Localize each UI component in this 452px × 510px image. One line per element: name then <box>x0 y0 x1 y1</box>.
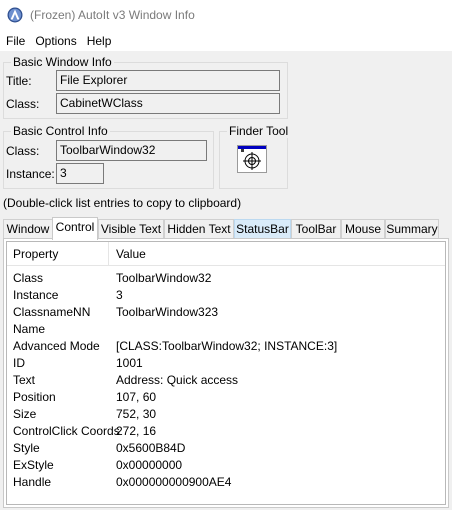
property-name: Position <box>13 390 56 404</box>
property-value: 3 <box>116 288 123 302</box>
tab-control[interactable]: Control <box>52 217 98 240</box>
tab-toolbar[interactable]: ToolBar <box>291 219 341 239</box>
property-name: ID <box>13 356 25 370</box>
list-item[interactable]: Position 107, 60 <box>7 389 445 406</box>
property-value: ToolbarWindow323 <box>116 305 219 319</box>
control-instance-label: Instance: <box>6 167 55 181</box>
title-bar: (Frozen) AutoIt v3 Window Info <box>0 0 452 31</box>
window-class-field[interactable]: CabinetWClass <box>56 93 280 114</box>
property-value: 752, 30 <box>116 407 157 421</box>
window-title-label: Title: <box>6 74 32 88</box>
property-name: Handle <box>13 475 52 489</box>
list-item[interactable]: ControlClick Coords 272, 16 <box>7 423 445 440</box>
list-item[interactable]: Size 752, 30 <box>7 406 445 423</box>
property-value: 107, 60 <box>116 390 157 404</box>
property-value: 0x5600B84D <box>116 441 186 455</box>
list-header: Property Value <box>7 242 445 266</box>
basic-control-info-legend: Basic Control Info <box>11 124 110 138</box>
column-header-property[interactable]: Property <box>13 242 108 266</box>
menu-file[interactable]: File <box>1 31 30 51</box>
list-item[interactable]: Advanced Mode [CLASS:ToolbarWindow32; INS… <box>7 338 445 355</box>
property-name: Size <box>13 407 37 421</box>
property-value: Address: Quick access <box>116 373 239 387</box>
finder-tool-legend: Finder Tool <box>227 124 291 138</box>
property-name: Advanced Mode <box>13 339 100 353</box>
property-name: ClassnameNN <box>13 305 91 319</box>
control-class-field[interactable]: ToolbarWindow32 <box>56 140 207 161</box>
property-list[interactable]: Property Value Class ToolbarWindow32 Insta… <box>6 241 446 505</box>
tab-label: Control <box>55 220 95 234</box>
basic-window-info-legend: Basic Window Info <box>11 55 114 69</box>
property-name: Class <box>13 271 44 285</box>
tab-statusbar[interactable]: StatusBar <box>234 219 291 239</box>
list-item[interactable]: Style 0x5600B84D <box>7 440 445 457</box>
property-value: 0x00000000 <box>116 458 183 472</box>
property-value: [CLASS:ToolbarWindow32; INSTANCE:3] <box>116 339 338 353</box>
tab-label: Hidden Text <box>167 222 231 236</box>
list-item[interactable]: Name <box>7 321 445 338</box>
list-item[interactable]: Text Address: Quick access <box>7 372 445 389</box>
tab-label: Mouse <box>344 222 382 236</box>
copy-hint: (Double-click list entries to copy to cl… <box>3 196 242 210</box>
crosshair-target-icon <box>238 146 266 170</box>
menu-help[interactable]: Help <box>82 31 117 51</box>
control-class-label: Class: <box>6 144 40 158</box>
property-name: ExStyle <box>13 458 54 472</box>
tab-mouse[interactable]: Mouse <box>341 219 385 239</box>
window-title: (Frozen) AutoIt v3 Window Info <box>30 8 195 22</box>
tab-summary[interactable]: Summary <box>385 219 439 239</box>
property-value: 0x000000000900AE4 <box>116 475 232 489</box>
tab-hidden-text[interactable]: Hidden Text <box>164 219 234 239</box>
window-title-field[interactable]: File Explorer <box>56 70 280 91</box>
window-class-label: Class: <box>6 97 40 111</box>
list-item[interactable]: ExStyle 0x00000000 <box>7 457 445 474</box>
list-item[interactable]: Instance 3 <box>7 287 445 304</box>
autoit-icon <box>7 7 23 23</box>
tab-panel: Property Value Class ToolbarWindow32 Insta… <box>3 238 449 508</box>
tab-window[interactable]: Window <box>3 219 53 239</box>
list-item[interactable]: ID 1001 <box>7 355 445 372</box>
tab-label: Summary <box>386 222 438 236</box>
tab-visible-text[interactable]: Visible Text <box>98 219 164 239</box>
tab-label: Window <box>6 222 50 236</box>
property-name: Instance <box>13 288 59 302</box>
menu-options[interactable]: Options <box>30 31 81 51</box>
tab-label: StatusBar <box>236 222 289 236</box>
column-header-value[interactable]: Value <box>116 242 146 266</box>
property-name: ControlClick Coords <box>13 424 120 438</box>
property-name: Name <box>13 322 46 336</box>
property-value: 272, 16 <box>116 424 157 438</box>
list-item[interactable]: Handle 0x000000000900AE4 <box>7 474 445 491</box>
property-value: ToolbarWindow32 <box>116 271 212 285</box>
property-value: 1001 <box>116 356 143 370</box>
column-divider[interactable] <box>108 242 109 266</box>
control-instance-field[interactable]: 3 <box>56 163 104 184</box>
tab-label: Visible Text <box>100 222 162 236</box>
finder-tool-button[interactable] <box>237 145 267 173</box>
property-name: Text <box>13 373 36 387</box>
list-item[interactable]: ClassnameNN ToolbarWindow323 <box>7 304 445 321</box>
tab-strip: Window Control Visible Text Hidden Text … <box>0 217 452 240</box>
property-name: Style <box>13 441 40 455</box>
list-item[interactable]: Class ToolbarWindow32 <box>7 270 445 287</box>
tab-label: ToolBar <box>295 222 337 236</box>
menu-bar: File Options Help <box>0 31 452 51</box>
